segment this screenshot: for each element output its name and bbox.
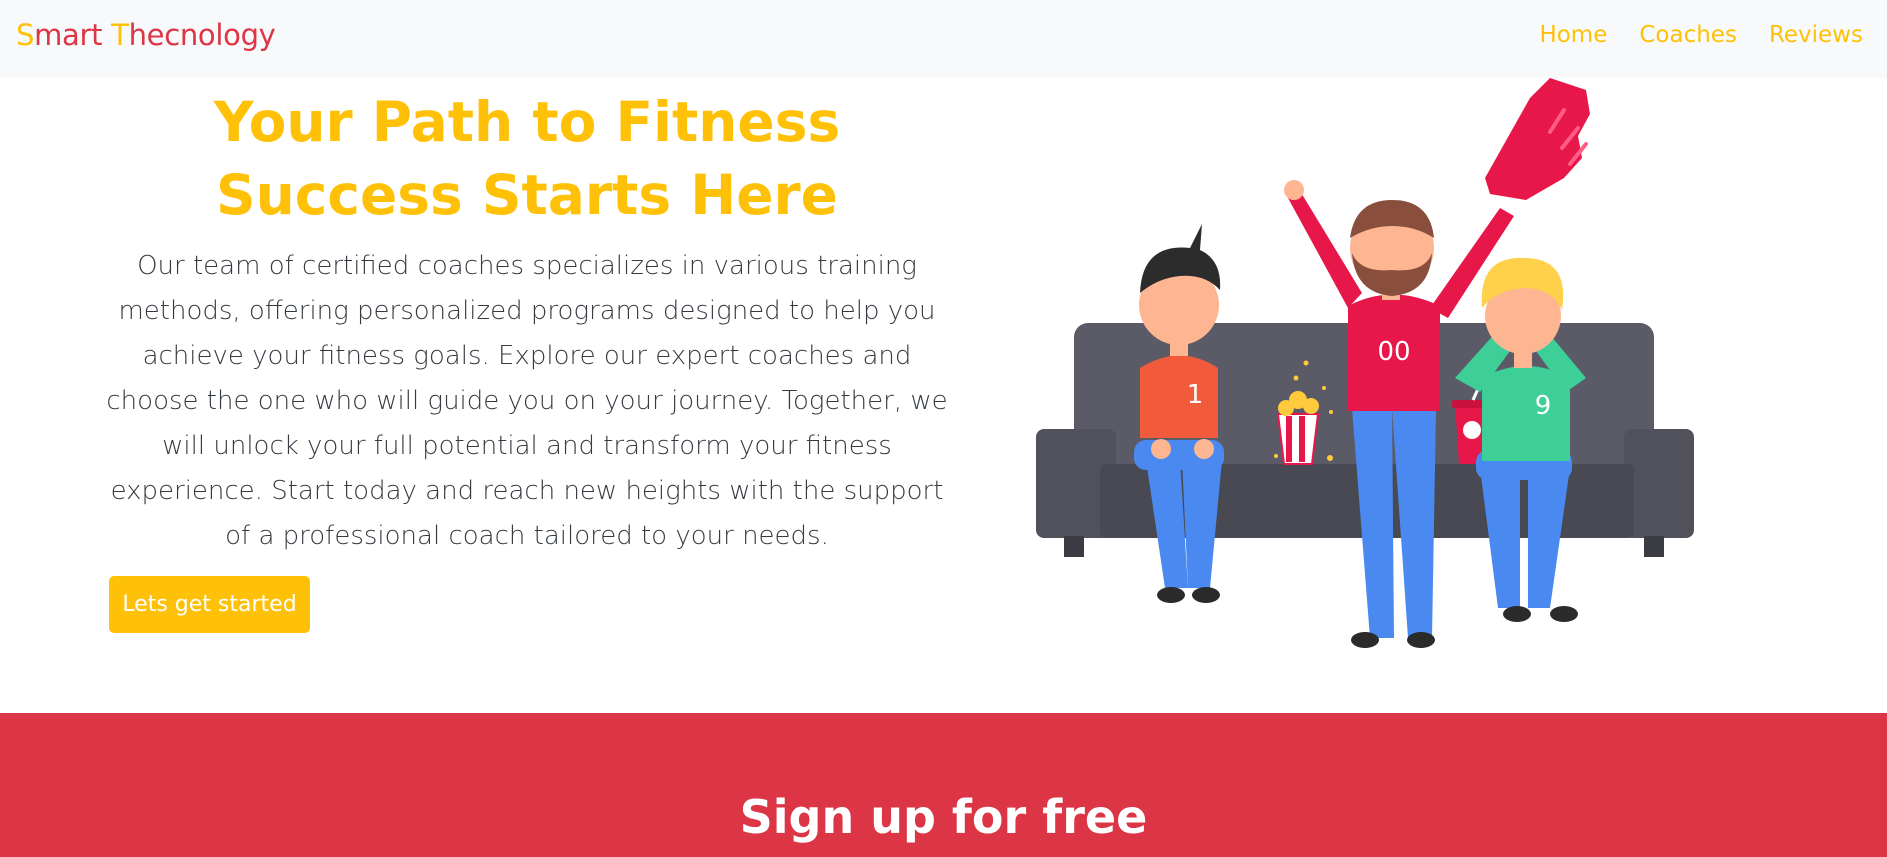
hero-title: Your Path to Fitness Success Starts Here bbox=[213, 90, 841, 227]
navbar: Smart Thecnology Home Coaches Reviews bbox=[0, 0, 1887, 78]
jersey-number-right: 9 bbox=[1535, 391, 1552, 421]
nav-link-home[interactable]: Home bbox=[1539, 22, 1607, 48]
brand-text-hecnology: hecnology bbox=[128, 18, 276, 52]
hero-description: Our team of certified coaches specialize… bbox=[106, 251, 948, 551]
jersey-number-left: 1 bbox=[1187, 380, 1204, 410]
hero-illustration: 1 00 9 bbox=[1036, 78, 1694, 648]
nav-link-coaches[interactable]: Coaches bbox=[1639, 22, 1737, 48]
signup-section: Sign up for free bbox=[0, 713, 1887, 857]
brand-text-mart: mart bbox=[34, 18, 112, 52]
fan-left-illustration: 1 bbox=[1134, 224, 1224, 603]
get-started-button[interactable]: Lets get started bbox=[109, 576, 310, 633]
nav-link-reviews[interactable]: Reviews bbox=[1769, 22, 1863, 48]
hero-section: Your Path to Fitness Success Starts Here… bbox=[104, 86, 950, 559]
brand-logo[interactable]: Smart Thecnology bbox=[16, 18, 276, 52]
nav-links: Home Coaches Reviews bbox=[1539, 22, 1863, 48]
jersey-number-middle: 00 bbox=[1377, 337, 1410, 367]
signup-title: Sign up for free bbox=[739, 790, 1148, 844]
brand-letter-t: T bbox=[111, 18, 129, 52]
brand-letter-s: S bbox=[16, 18, 35, 52]
